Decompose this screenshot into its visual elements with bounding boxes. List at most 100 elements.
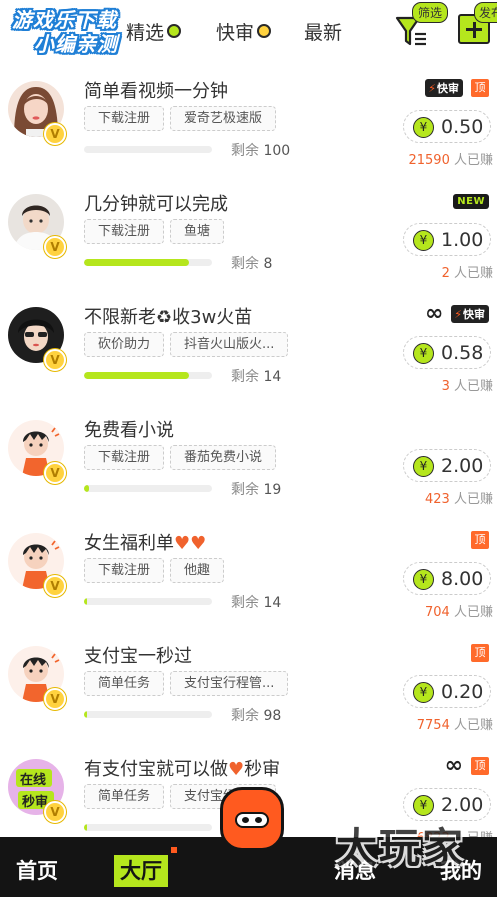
earned-suffix: 人已赚 bbox=[453, 605, 493, 620]
task-tags: 下载注册 他趣 bbox=[84, 558, 230, 583]
earned-suffix: 人已赚 bbox=[453, 492, 493, 507]
remaining-label: 剩余 bbox=[231, 482, 259, 498]
task-title-text: 有支付宝就可以做 bbox=[84, 759, 228, 780]
progress-bar bbox=[84, 824, 212, 831]
reward-price: ¥0.20 bbox=[403, 675, 491, 708]
progress-fill bbox=[84, 485, 90, 492]
tag-type: 下载注册 bbox=[84, 219, 165, 244]
tag-app: 鱼塘 bbox=[170, 219, 225, 244]
task-tags: 下载注册 番茄免费小说 bbox=[84, 445, 282, 470]
yen-coin-icon: ¥ bbox=[413, 117, 434, 138]
remaining-label: 剩余 bbox=[231, 595, 259, 611]
new-badge: NEW bbox=[453, 193, 489, 209]
earned-suffix: 人已赚 bbox=[453, 266, 493, 281]
task-title: 免费看小说 bbox=[84, 420, 174, 441]
progress-bar bbox=[84, 146, 212, 153]
tag-app: 番茄免费小说 bbox=[170, 445, 277, 470]
remaining-count: 剩余 8 bbox=[231, 253, 272, 273]
remaining-count: 剩余 19 bbox=[231, 479, 281, 499]
task-title-tail: 秒审 bbox=[244, 759, 281, 780]
tag-type: 简单任务 bbox=[84, 671, 165, 696]
tag-type: 下载注册 bbox=[84, 558, 165, 583]
task-badges: ∞ 顶 bbox=[445, 755, 489, 777]
top-bar: 精选 快审 最新 游戏乐下载 小编亲测 筛选 发布 bbox=[0, 0, 497, 60]
price-value: 2.00 bbox=[441, 794, 484, 816]
remaining-label: 剩余 bbox=[231, 143, 259, 159]
task-tags: 下载注册 鱼塘 bbox=[84, 219, 230, 244]
pinned-badge: 顶 bbox=[471, 79, 489, 97]
earned-number: 704 bbox=[425, 605, 450, 620]
price-value: 2.00 bbox=[441, 455, 484, 477]
pinned-badge: 顶 bbox=[471, 757, 489, 775]
tag-type: 下载注册 bbox=[84, 445, 165, 470]
remaining-value: 14 bbox=[263, 595, 282, 611]
task-item[interactable]: V 支付宝一秒过 简单任务 支付宝行程管... 剩余 98 顶 ¥0.20 775… bbox=[0, 625, 497, 738]
task-item[interactable]: V 不限新老♻收3w火苗 砍价助力 抖音火山版火... 剩余 14 ∞ ⚡快审 ¥… bbox=[0, 286, 497, 399]
lightning-icon: ⚡ bbox=[428, 82, 436, 95]
verified-badge-icon: V bbox=[44, 688, 66, 710]
remaining-label: 剩余 bbox=[231, 256, 259, 272]
publish-label[interactable]: 发布 bbox=[474, 2, 497, 23]
center-action-button[interactable] bbox=[220, 787, 284, 851]
progress-fill bbox=[84, 598, 87, 605]
yen-coin-icon: ¥ bbox=[413, 682, 434, 703]
tab-latest[interactable]: 最新 bbox=[304, 18, 342, 45]
task-title: 女生福利单♥♥ bbox=[84, 529, 206, 555]
price-value: 8.00 bbox=[441, 568, 484, 590]
reward-price: ¥1.00 bbox=[403, 223, 491, 256]
price-value: 0.58 bbox=[441, 342, 484, 364]
earned-number: 21590 bbox=[408, 153, 450, 168]
nav-hall[interactable]: 大厅 bbox=[114, 855, 168, 887]
yen-coin-icon: ¥ bbox=[413, 343, 434, 364]
reward-price: ¥2.00 bbox=[403, 449, 491, 482]
task-item[interactable]: V 几分钟就可以完成 下载注册 鱼塘 剩余 8 NEW ¥1.00 2 人已赚 bbox=[0, 173, 497, 286]
remaining-value: 100 bbox=[263, 143, 291, 159]
reward-price: ¥0.50 bbox=[403, 110, 491, 143]
tab-latest-label: 最新 bbox=[304, 22, 343, 44]
heart-icon: ♥ bbox=[228, 759, 245, 780]
verified-badge-icon: V bbox=[44, 462, 66, 484]
earned-number: 3 bbox=[441, 379, 450, 394]
task-badges: NEW bbox=[453, 191, 489, 211]
quick-review-badge: ⚡快审 bbox=[425, 79, 463, 97]
earned-count: 7754 人已赚 bbox=[417, 714, 493, 733]
remaining-count: 剩余 14 bbox=[231, 592, 281, 612]
yen-coin-icon: ¥ bbox=[413, 795, 434, 816]
task-item[interactable]: V 简单看视频一分钟 下载注册 爱奇艺极速版 剩余 100 ⚡快审 顶 ¥0.50… bbox=[0, 60, 497, 173]
progress-bar bbox=[84, 372, 212, 379]
corner-watermark: 太玩家 bbox=[336, 824, 465, 872]
filter-label[interactable]: 筛选 bbox=[412, 2, 449, 23]
earned-count: 2 人已赚 bbox=[442, 262, 493, 281]
tag-app: 爱奇艺极速版 bbox=[170, 106, 277, 131]
progress-fill bbox=[84, 259, 189, 266]
svg-text:在线: 在线 bbox=[20, 772, 46, 788]
tab-featured[interactable]: 精选 bbox=[126, 18, 182, 45]
earned-number: 423 bbox=[425, 492, 450, 507]
progress-bar bbox=[84, 598, 212, 605]
remaining-value: 98 bbox=[263, 708, 282, 724]
task-title: 简单看视频一分钟 bbox=[84, 81, 228, 102]
progress-fill bbox=[84, 711, 87, 718]
earned-count: 21590 人已赚 bbox=[408, 149, 493, 168]
verified-badge-icon: V bbox=[44, 575, 66, 597]
lightning-icon: ⚡ bbox=[454, 308, 462, 321]
verified-badge-icon: V bbox=[44, 349, 66, 371]
tab-quick-review[interactable]: 快审 bbox=[216, 18, 272, 45]
earned-number: 2 bbox=[441, 266, 450, 281]
nav-home[interactable]: 首页 bbox=[16, 855, 58, 885]
verified-badge-icon: V bbox=[44, 123, 66, 145]
task-item[interactable]: V 免费看小说 下载注册 番茄免费小说 剩余 19 ¥2.00 423 人已赚 bbox=[0, 399, 497, 512]
verified-badge-icon: V bbox=[44, 801, 66, 823]
notification-dot bbox=[171, 847, 177, 853]
task-title-text: 女生福利单 bbox=[84, 533, 174, 554]
earned-count: 704 人已赚 bbox=[425, 601, 493, 620]
clock-badge-icon bbox=[257, 24, 272, 38]
watermark-line-1: 游戏乐下载 bbox=[12, 8, 117, 32]
heart-icon: ♥♥ bbox=[174, 533, 207, 554]
quick-review-badge-label: 快审 bbox=[437, 82, 459, 95]
check-badge-icon bbox=[167, 24, 182, 38]
remaining-label: 剩余 bbox=[231, 708, 259, 724]
task-item[interactable]: V 女生福利单♥♥ 下载注册 他趣 剩余 14 顶 ¥8.00 704 人已赚 bbox=[0, 512, 497, 625]
progress-bar bbox=[84, 259, 212, 266]
task-badges: 顶 bbox=[471, 643, 489, 663]
